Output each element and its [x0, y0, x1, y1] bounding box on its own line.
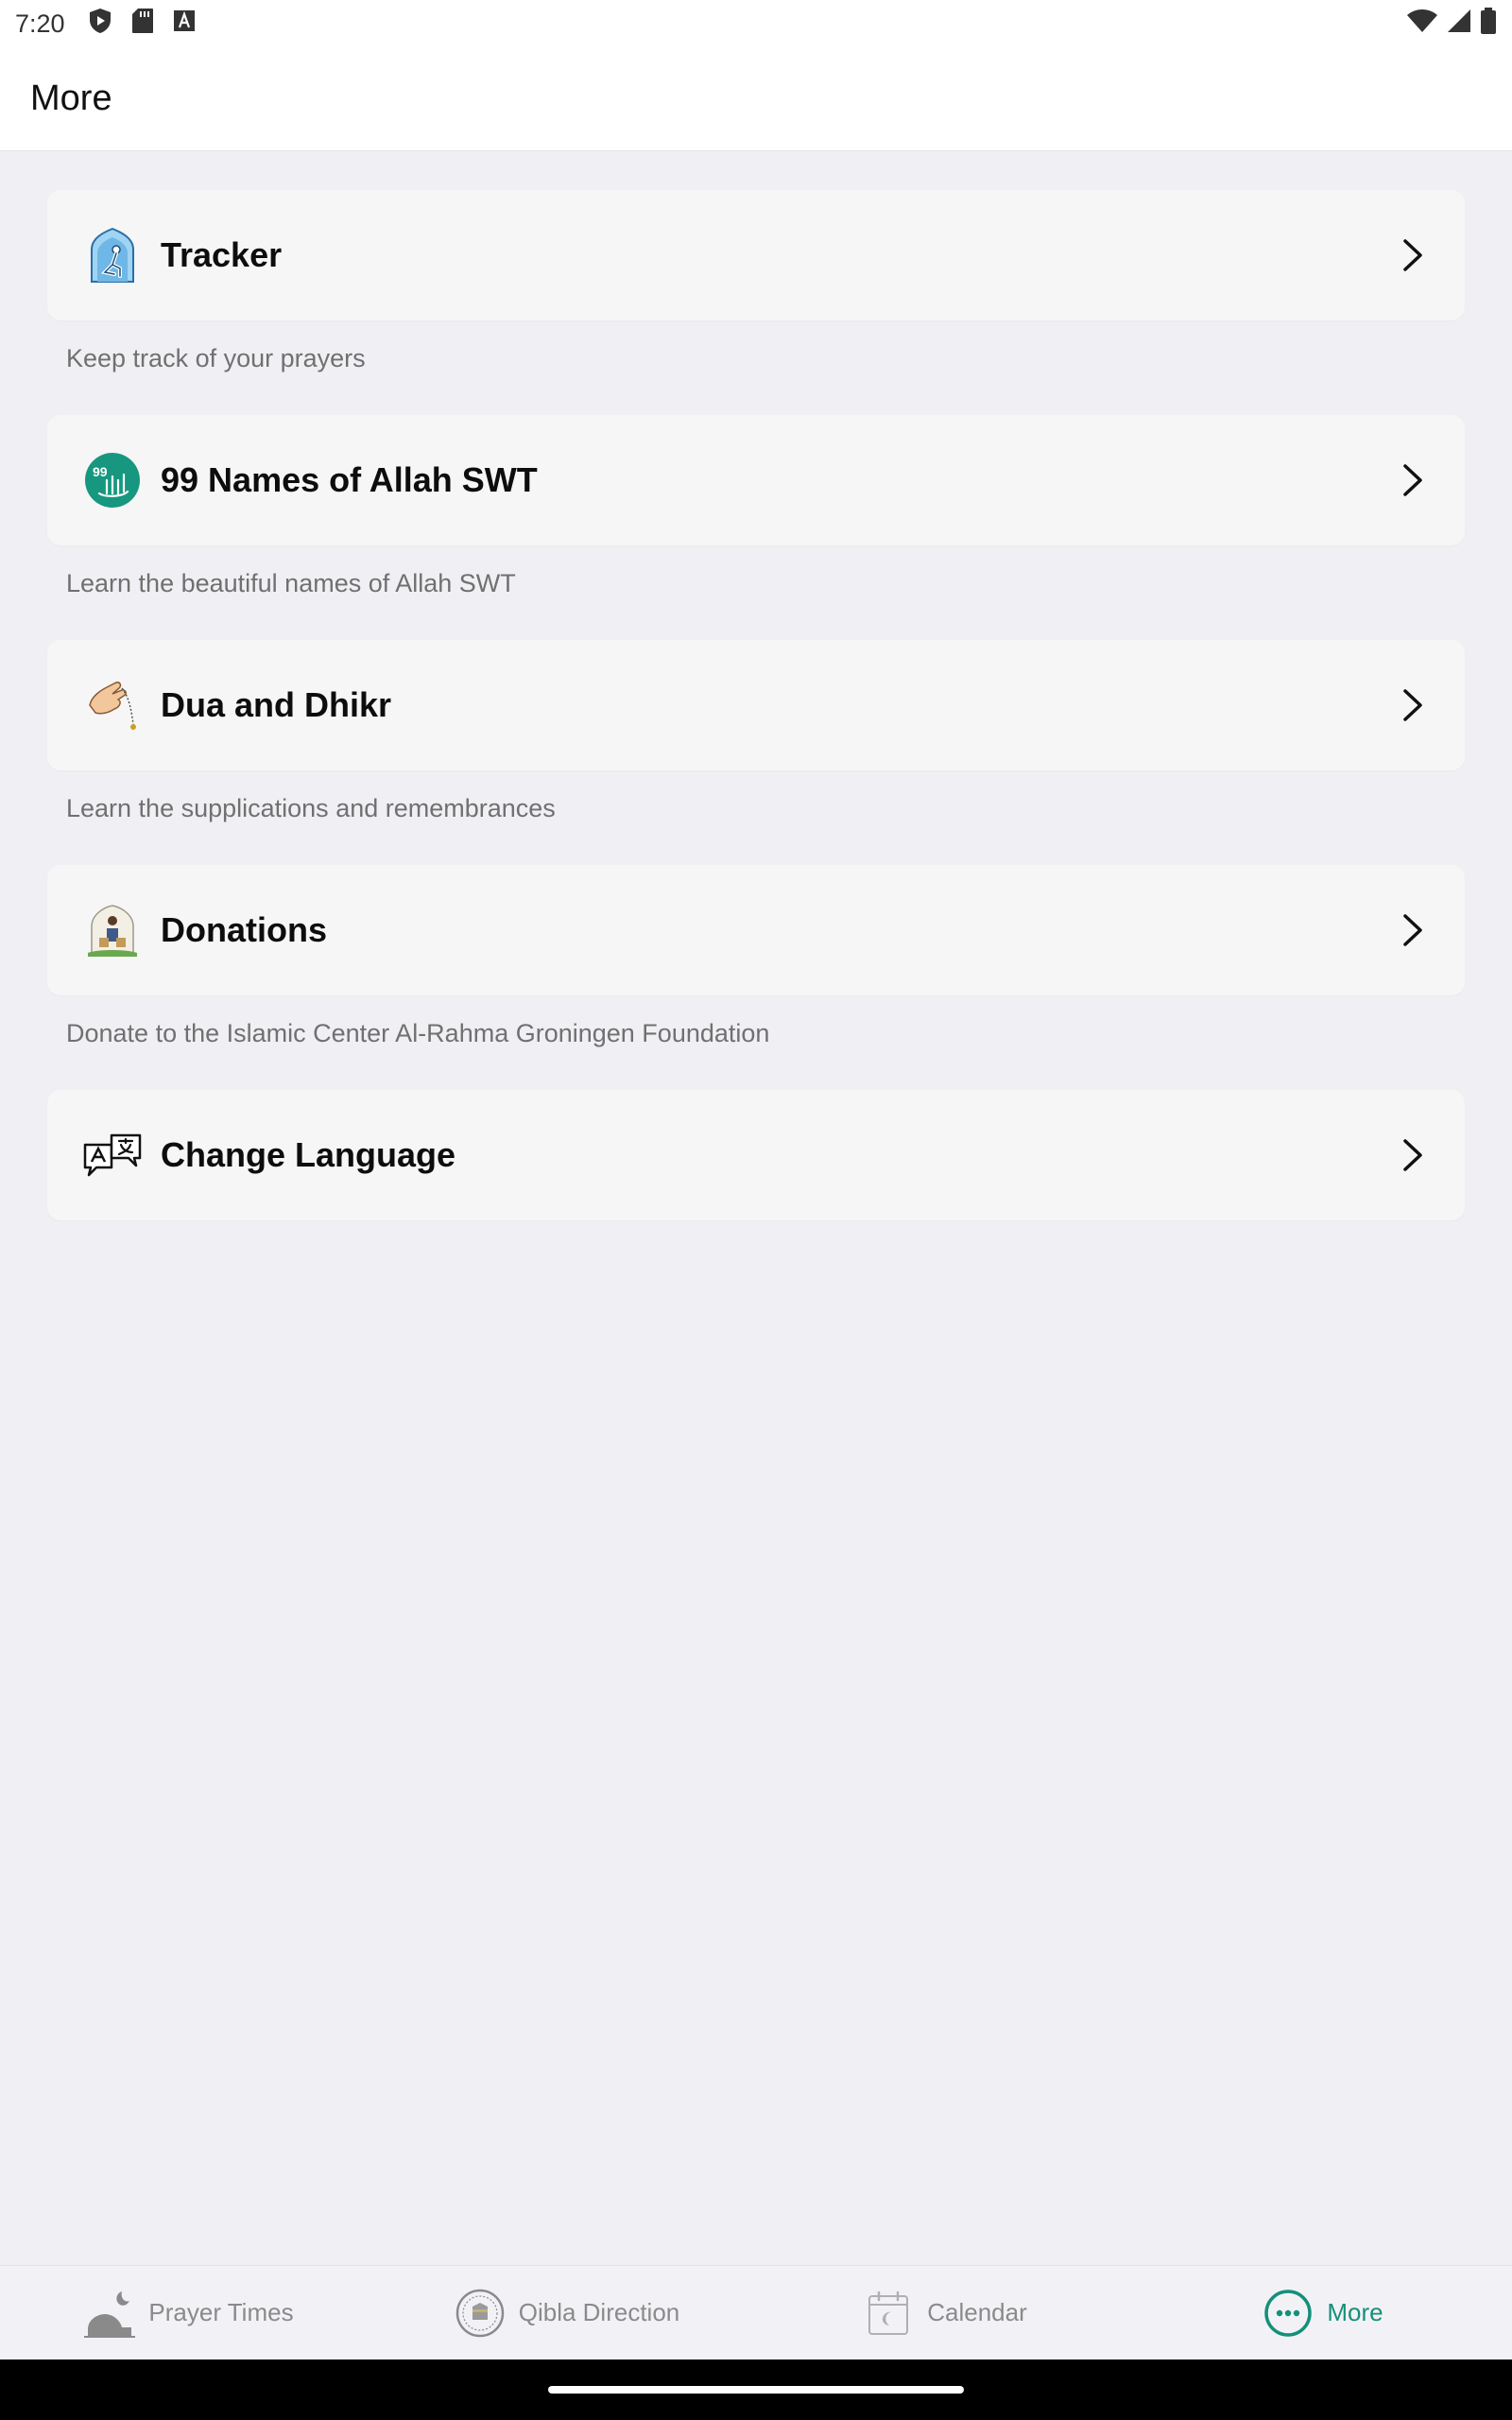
names-of-allah-icon: 99 — [83, 451, 142, 510]
menu-item-label: 99 Names of Allah SWT — [161, 460, 538, 499]
status-time: 7:20 — [15, 9, 65, 38]
bottom-navigation: Prayer Times Qibla Direction Calendar Mo… — [0, 2265, 1512, 2360]
font-a-icon — [173, 9, 196, 39]
menu-item-description: Keep track of your prayers — [66, 344, 366, 372]
menu-item-donations[interactable]: Donations — [47, 865, 1465, 995]
more-dots-icon — [1263, 2288, 1314, 2339]
chevron-right-icon — [1399, 1136, 1427, 1174]
menu-item-label: Tracker — [161, 235, 283, 274]
donations-icon — [83, 901, 142, 959]
nav-item-calendar[interactable]: Calendar — [756, 2266, 1134, 2360]
nav-label: Calendar — [927, 2298, 1027, 2326]
shield-play-icon — [88, 8, 112, 41]
chevron-right-icon — [1399, 236, 1427, 274]
status-left: 7:20 — [15, 8, 196, 41]
menu-item-description: Learn the beautiful names of Allah SWT — [66, 569, 516, 597]
dua-hands-icon — [83, 676, 142, 735]
menu-item-label: Change Language — [161, 1135, 456, 1174]
wifi-icon — [1406, 8, 1438, 41]
menu-item-dua-dhikr[interactable]: Dua and Dhikr — [47, 640, 1465, 770]
app-bar: More — [0, 47, 1512, 151]
menu-item-99-names[interactable]: 99 99 Names of Allah SWT — [47, 415, 1465, 545]
menu-item-label: Dua and Dhikr — [161, 685, 392, 724]
cell-signal-icon — [1446, 8, 1472, 41]
menu-item-change-language[interactable]: Change Language — [47, 1090, 1465, 1220]
nav-item-qibla-direction[interactable]: Qibla Direction — [378, 2266, 756, 2360]
chevron-right-icon — [1399, 461, 1427, 499]
page-title: More — [30, 78, 112, 118]
nav-label: Prayer Times — [148, 2298, 294, 2326]
status-notification-icons — [88, 8, 196, 41]
nav-label: Qibla Direction — [518, 2298, 680, 2326]
system-navigation-bar — [0, 2360, 1512, 2420]
menu-item-description: Learn the supplications and remembrances — [66, 794, 556, 822]
chevron-right-icon — [1399, 911, 1427, 949]
translate-icon — [83, 1126, 142, 1184]
menu-item-description: Donate to the Islamic Center Al-Rahma Gr… — [66, 1019, 770, 1047]
nav-item-prayer-times[interactable]: Prayer Times — [0, 2266, 378, 2360]
status-bar: 7:20 — [0, 0, 1512, 47]
mosque-moon-icon — [84, 2288, 136, 2339]
chevron-right-icon — [1399, 686, 1427, 724]
calendar-icon — [863, 2288, 914, 2339]
menu-item-label: Donations — [161, 910, 327, 949]
home-gesture-handle[interactable] — [548, 2386, 964, 2394]
nav-item-more[interactable]: More — [1134, 2266, 1512, 2360]
nav-label: More — [1327, 2298, 1383, 2326]
menu-item-tracker[interactable]: Tracker — [47, 190, 1465, 320]
status-system-icons — [1406, 7, 1497, 42]
svg-text:99: 99 — [93, 464, 108, 479]
battery-icon — [1480, 7, 1497, 42]
sd-card-icon — [131, 8, 154, 41]
kaaba-compass-icon — [455, 2288, 506, 2339]
prayer-tracker-icon — [83, 226, 142, 285]
